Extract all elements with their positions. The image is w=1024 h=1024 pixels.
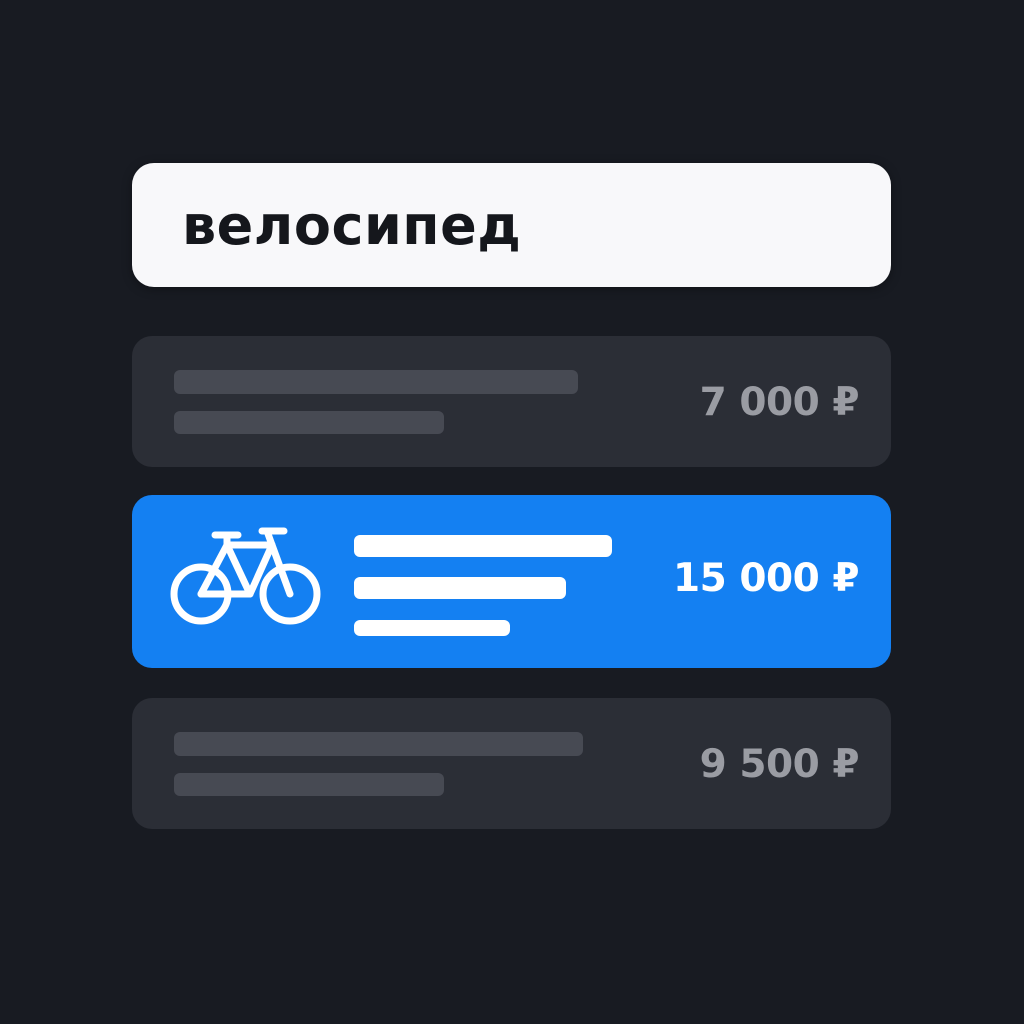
search-input[interactable] [132,163,891,287]
title-placeholder [174,732,583,756]
subtitle-placeholder [174,411,444,434]
title-placeholder [174,370,578,394]
subtitle-placeholder [354,577,566,599]
price-label: 7 000 ₽ [699,380,860,425]
title-placeholder [354,535,612,557]
result-card[interactable]: 7 000 ₽ [132,336,891,467]
result-card[interactable]: 9 500 ₽ [132,698,891,829]
result-card-selected[interactable]: 15 000 ₽ [132,495,891,668]
search-bar [132,163,891,287]
price-label: 15 000 ₽ [673,556,859,601]
price-label: 9 500 ₽ [699,742,860,787]
bicycle-icon [170,527,328,635]
detail-placeholder [354,620,510,636]
subtitle-placeholder [174,773,444,796]
